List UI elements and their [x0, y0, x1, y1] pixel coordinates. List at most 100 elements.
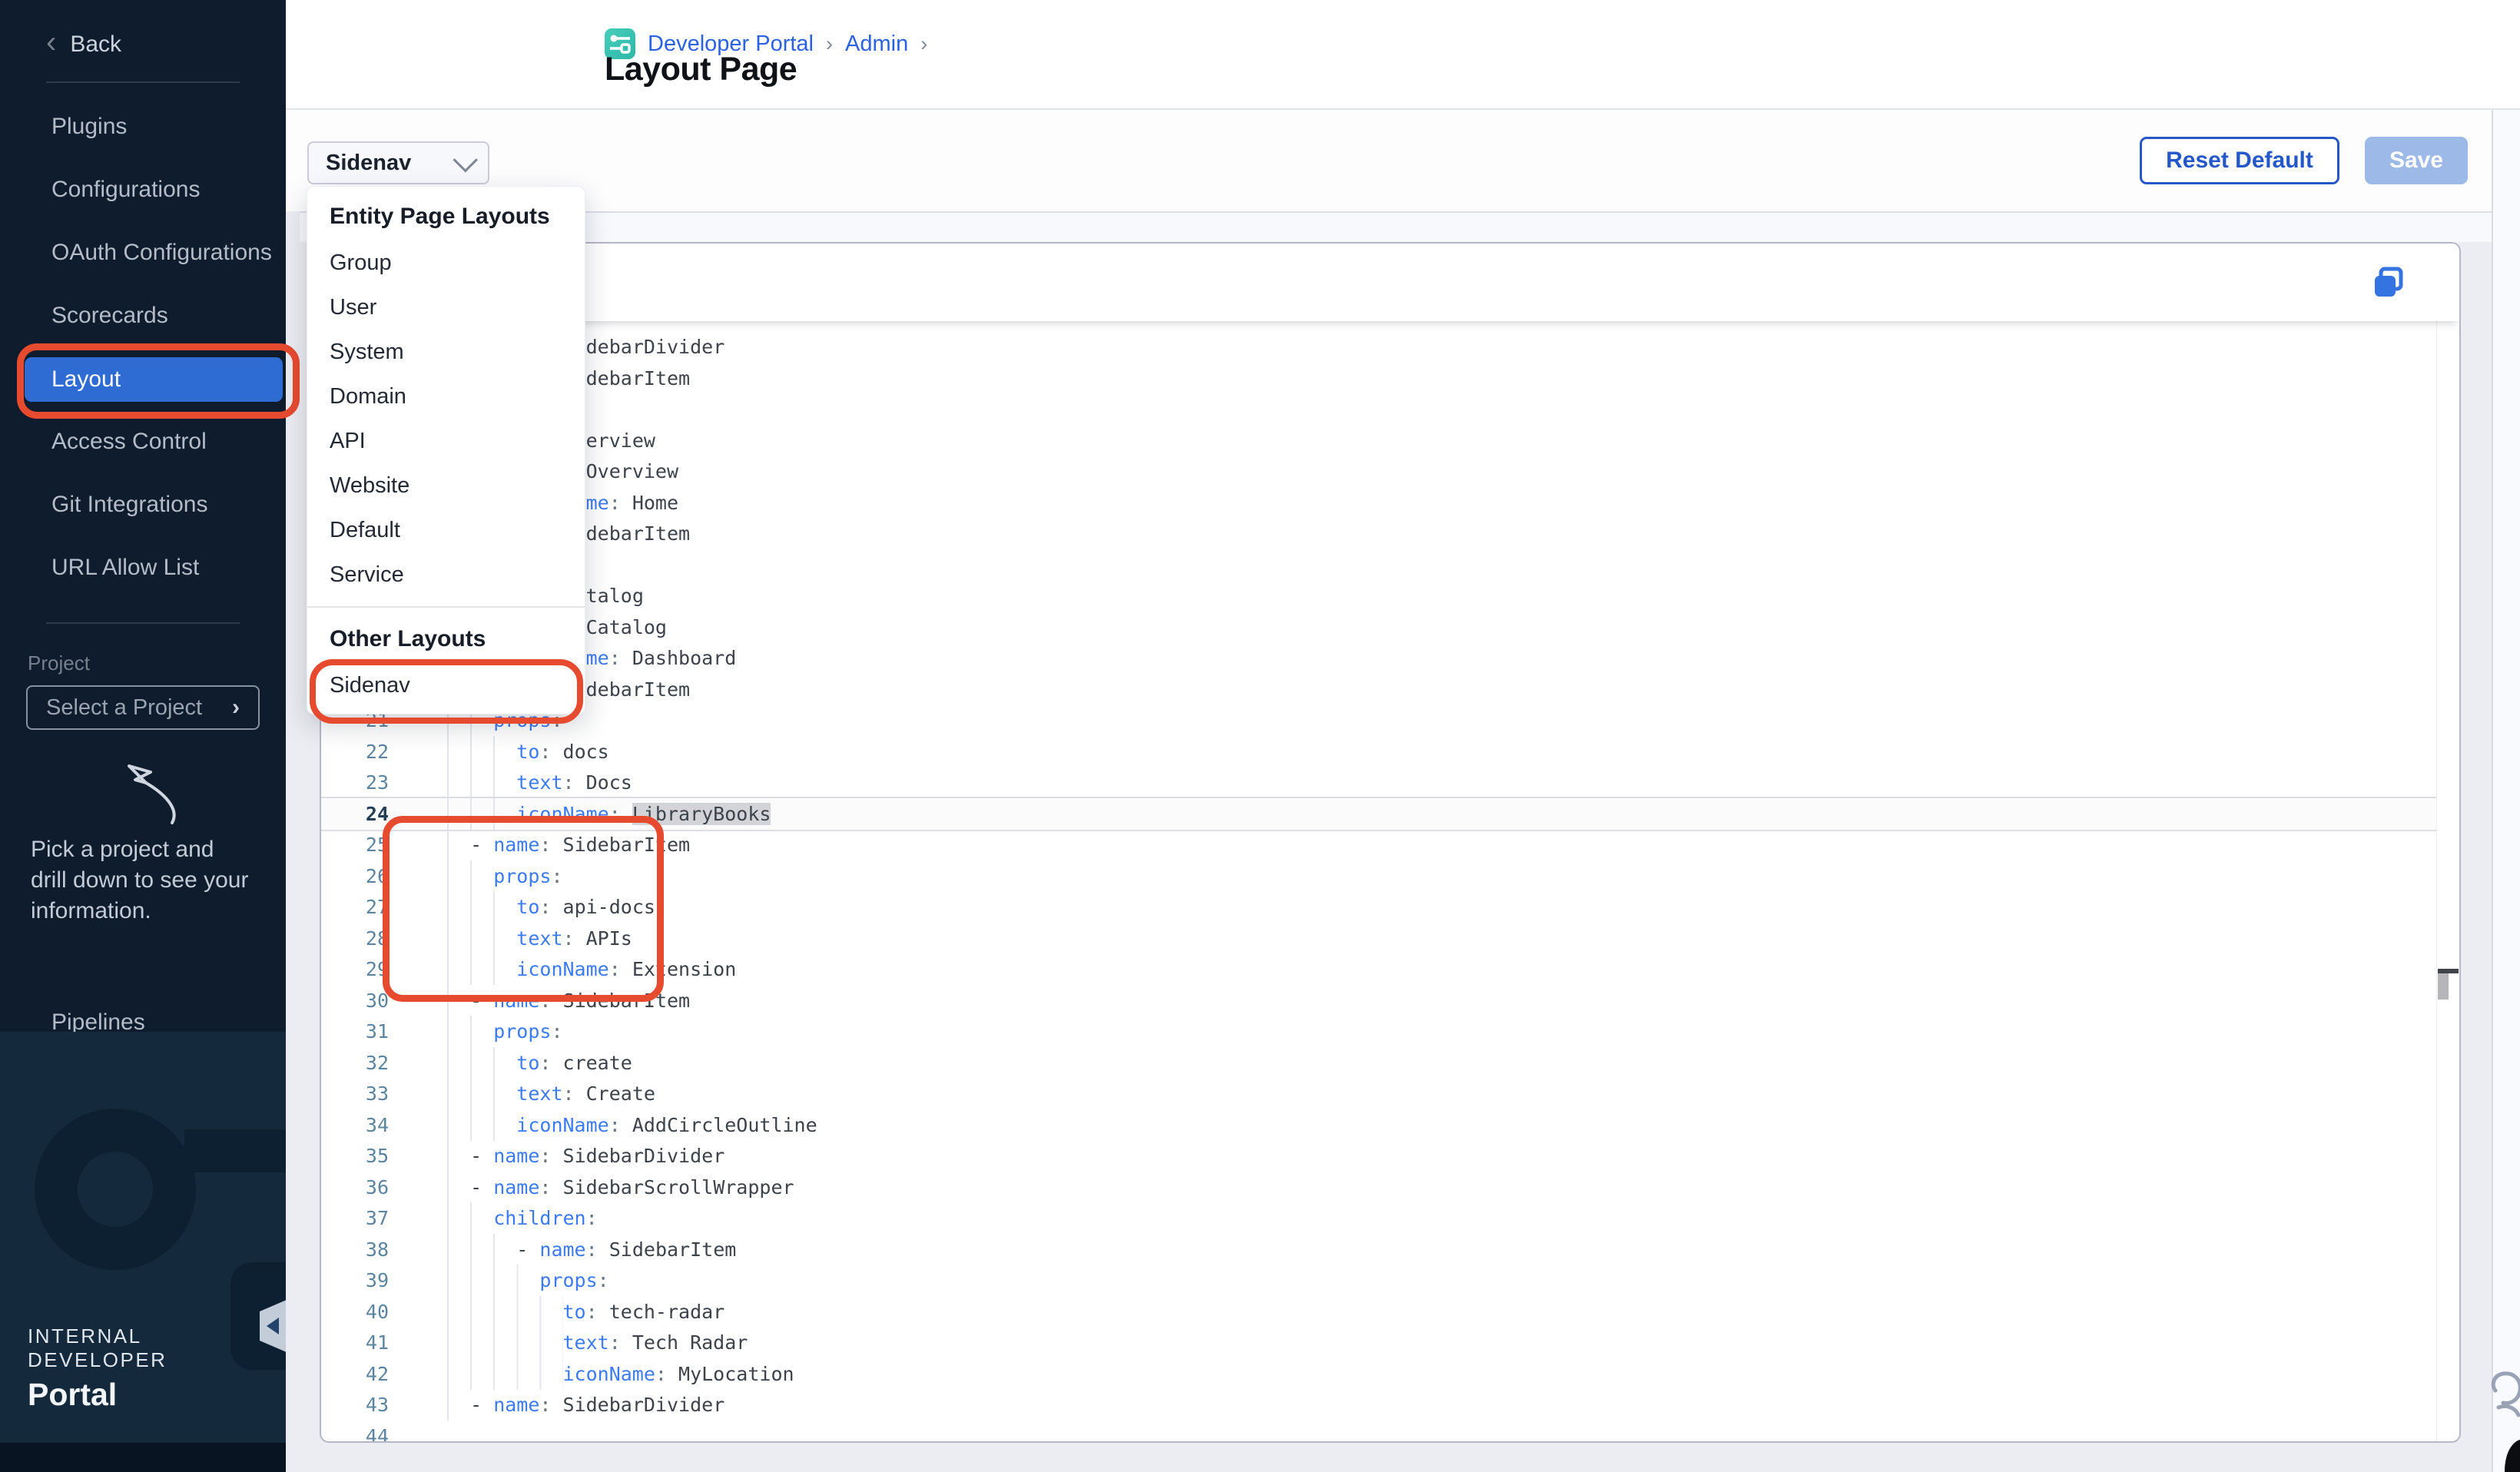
project-select-value: Select a Project: [46, 695, 202, 721]
back-chevron-icon: ‹: [46, 27, 56, 58]
code-line-28[interactable]: 28text: APIs: [321, 923, 2440, 954]
code-line-27[interactable]: 27to: api-docs: [321, 891, 2440, 923]
line-number: 40: [321, 1296, 389, 1328]
code-line-content: - name: SidebarItem: [447, 829, 690, 860]
code-line-23[interactable]: 23 text: Docs: [321, 767, 2440, 798]
line-number: 36: [321, 1172, 389, 1203]
brand-line2: Portal: [28, 1377, 286, 1413]
line-number: 38: [321, 1234, 389, 1265]
line-number: 23: [321, 767, 389, 798]
code-line-14[interactable]: 14iconName: Home: [321, 487, 2440, 519]
sidebar-item-url-allow-list[interactable]: URL Allow List: [0, 536, 286, 599]
code-line-content: children:: [447, 1202, 609, 1234]
sidebar-item-oauth-configurations[interactable]: OAuth Configurations: [0, 221, 286, 284]
code-line-18[interactable]: 18text: Catalog: [321, 612, 2440, 643]
line-number: 28: [321, 923, 389, 954]
sidebar-item-configurations[interactable]: Configurations: [0, 158, 286, 221]
code-line-content: text: Tech Radar: [447, 1327, 748, 1358]
accessibility-widget-partial-icon[interactable]: [2485, 1364, 2520, 1472]
code-line-20[interactable]: 20- name: SidebarItem: [321, 674, 2440, 705]
code-line-21[interactable]: 21props:: [321, 705, 2440, 736]
code-line-31[interactable]: 31props:: [321, 1016, 2440, 1047]
menu-item-group[interactable]: Group: [307, 240, 585, 285]
code-line-44[interactable]: 44: [321, 1421, 2440, 1444]
code-line-38[interactable]: 38 - name: SidebarItem: [321, 1234, 2440, 1265]
copy-icon[interactable]: [2370, 264, 2409, 302]
panel-top-band: [300, 211, 2492, 242]
code-line-content: text: Docs: [447, 767, 632, 798]
code-line-33[interactable]: 33text: Create: [321, 1078, 2440, 1109]
watermark-ring: [35, 1109, 196, 1270]
line-number: 35: [321, 1140, 389, 1172]
back-button[interactable]: ‹ Back: [46, 23, 121, 66]
project-hint-text: Pick a project and drill down to see you…: [31, 834, 254, 927]
code-line-30[interactable]: 30- name: SidebarItem: [321, 985, 2440, 1016]
code-line-29[interactable]: 29iconName: Extension: [321, 953, 2440, 985]
editor-scrollbar-thumb[interactable]: [2438, 973, 2449, 1000]
code-line-22[interactable]: 22to: docs: [321, 736, 2440, 767]
code-line-content: - name: SidebarItem: [447, 1234, 736, 1265]
menu-item-system[interactable]: System: [307, 330, 585, 374]
code-line-37[interactable]: 37children:: [321, 1202, 2440, 1234]
line-number: 30: [321, 985, 389, 1016]
menu-item-domain[interactable]: Domain: [307, 374, 585, 419]
code-line-43[interactable]: 43- name: SidebarDivider: [321, 1389, 2440, 1421]
code-line-11[interactable]: 11props:: [321, 393, 2440, 425]
code-line-36[interactable]: 36 - name: SidebarScrollWrapper: [321, 1172, 2440, 1203]
code-line-24[interactable]: 24iconName: LibraryBooks: [321, 797, 2440, 831]
code-line-content: iconName: MyLocation: [447, 1358, 794, 1390]
line-number: 34: [321, 1109, 389, 1141]
code-line-content: text: Create: [447, 1078, 655, 1109]
code-line-content: to: docs: [447, 736, 609, 767]
code-line-content: iconName: LibraryBooks: [447, 798, 771, 830]
code-line-9[interactable]: 9- name: SidebarDivider: [321, 331, 2440, 363]
code-line-41[interactable]: 41text: Tech Radar: [321, 1327, 2440, 1358]
code-line-content: props:: [447, 1016, 575, 1047]
code-line-42[interactable]: 42iconName: MyLocation: [321, 1358, 2440, 1390]
sidebar-item-access-control[interactable]: Access Control: [0, 410, 286, 473]
code-line-12[interactable]: 12to: overview: [321, 425, 2440, 456]
page-scrollbar-track[interactable]: [2493, 110, 2520, 1472]
editor-header: [321, 244, 2459, 321]
code-line-35[interactable]: 35 - name: SidebarDivider: [321, 1140, 2440, 1172]
code-line-content: props:: [447, 1265, 621, 1296]
menu-group-header: Entity Page Layouts: [307, 193, 585, 240]
code-line-40[interactable]: 40to: tech-radar: [321, 1296, 2440, 1328]
sidebar-item-layout[interactable]: Layout: [25, 357, 283, 402]
sidebar-item-git-integrations[interactable]: Git Integrations: [0, 473, 286, 536]
layout-type-select[interactable]: Sidenav: [307, 141, 489, 184]
project-select-chevron-icon: ›: [232, 695, 240, 721]
code-line-34[interactable]: 34iconName: AddCircleOutline: [321, 1109, 2440, 1141]
brand-logo: INTERNAL DEVELOPER Portal: [28, 1324, 286, 1413]
code-line-17[interactable]: 17to: catalog: [321, 580, 2440, 612]
code-line-19[interactable]: 19iconName: Dashboard: [321, 642, 2440, 674]
menu-group-header: Other Layouts: [307, 615, 585, 663]
code-area[interactable]: 9- name: SidebarDivider10- name: Sidebar…: [321, 321, 2459, 1441]
editor-scrollbar-track[interactable]: [2436, 321, 2459, 1441]
code-line-content: - name: SidebarScrollWrapper: [447, 1172, 794, 1203]
menu-item-service[interactable]: Service: [307, 552, 585, 597]
hand-drawn-arrow-icon: [106, 749, 191, 834]
menu-item-website[interactable]: Website: [307, 463, 585, 508]
breadcrumb-admin-link[interactable]: Admin: [845, 31, 908, 57]
code-line-32[interactable]: 32to: create: [321, 1047, 2440, 1079]
sidebar-item-scorecards[interactable]: Scorecards: [0, 284, 286, 347]
code-line-13[interactable]: 13text: Overview: [321, 456, 2440, 487]
menu-item-default[interactable]: Default: [307, 508, 585, 552]
code-line-10[interactable]: 10- name: SidebarItem: [321, 363, 2440, 394]
menu-item-api[interactable]: API: [307, 419, 585, 463]
menu-item-user[interactable]: User: [307, 285, 585, 330]
code-line-39[interactable]: 39props:: [321, 1265, 2440, 1296]
project-select[interactable]: Select a Project ›: [26, 685, 260, 730]
code-line-25[interactable]: 25- name: SidebarItem: [321, 829, 2440, 860]
sidebar: ‹ Back PluginsConfigurationsOAuth Config…: [0, 0, 286, 1472]
code-line-15[interactable]: 15- name: SidebarItem: [321, 518, 2440, 549]
code-line-content: - name: SidebarDivider: [447, 1140, 724, 1172]
save-button[interactable]: Save: [2365, 137, 2468, 184]
reset-default-button[interactable]: Reset Default: [2140, 137, 2339, 184]
line-number: 43: [321, 1389, 389, 1421]
menu-item-sidenav[interactable]: Sidenav: [307, 663, 585, 708]
sidebar-item-plugins[interactable]: Plugins: [0, 95, 286, 158]
code-line-26[interactable]: 26props:: [321, 860, 2440, 892]
code-line-16[interactable]: 16props:: [321, 549, 2440, 581]
